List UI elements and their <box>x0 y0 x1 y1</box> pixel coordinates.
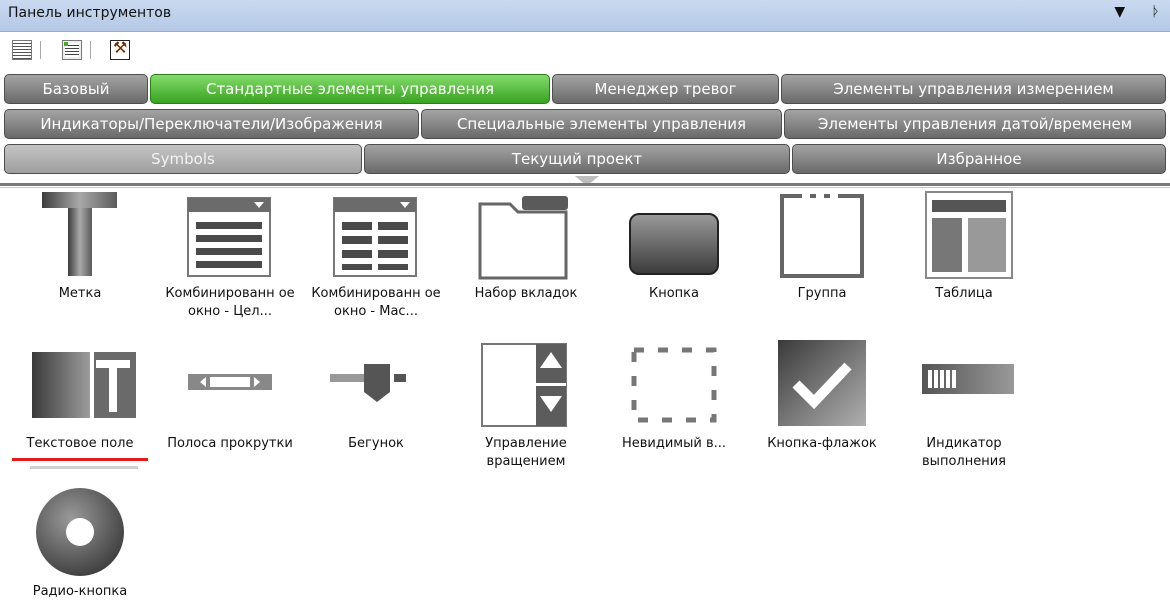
item-invisible[interactable]: Невидимый в... <box>604 340 744 453</box>
item-group[interactable]: Группа <box>752 190 892 303</box>
item-tabset[interactable]: Набор вкладок <box>456 190 596 303</box>
tab-special-controls[interactable]: Специальные элементы управления <box>421 109 782 139</box>
tabset-icon <box>456 190 596 285</box>
combobox-array-icon <box>306 190 446 285</box>
toolbar-separator <box>40 41 41 59</box>
invisible-icon <box>604 340 744 435</box>
item-radio-button[interactable]: Радио-кнопка <box>10 488 150 601</box>
dropdown-icon[interactable]: ▼ <box>1114 4 1125 20</box>
highlight-underline <box>12 458 148 461</box>
radio-button-icon <box>10 488 150 583</box>
group-icon <box>752 190 892 285</box>
item-label-text: Невидимый в... <box>621 436 727 451</box>
item-label-text: Кнопка <box>648 286 699 301</box>
toolbar-separator <box>90 41 91 59</box>
textbox-icon <box>10 340 150 435</box>
item-label-text: Текстовое поле <box>26 436 134 451</box>
item-checkbox-button[interactable]: Кнопка-флажок <box>752 340 892 453</box>
item-combobox-int[interactable]: Комбинированн ое окно - Цел... <box>160 190 300 321</box>
tabs-divider-shadow <box>0 187 1170 188</box>
panel-titlebar: Панель инструментов ▼ ᚦ <box>0 0 1170 32</box>
tab-basic[interactable]: Базовый <box>4 74 148 104</box>
pin-icon[interactable]: ᚦ <box>1152 4 1160 20</box>
tab-indicators-switches-images[interactable]: Индикаторы/Переключатели/Изображения <box>4 109 419 139</box>
label-icon <box>10 190 150 285</box>
list-view-icon[interactable] <box>12 40 32 60</box>
category-tabs: Базовый Стандартные элементы управления … <box>0 71 1170 183</box>
item-label-text: Комбинированн ое окно - Мас... <box>311 286 441 319</box>
item-label-text: Группа <box>797 286 847 301</box>
item-scrollbar[interactable]: Полоса прокрутки <box>160 340 300 453</box>
tabs-divider <box>0 183 1170 186</box>
item-label-text: Радио-кнопка <box>32 584 128 599</box>
item-label-text: Кнопка-флажок <box>767 436 877 451</box>
item-table[interactable]: Таблица <box>894 190 1034 303</box>
item-label-text: Таблица <box>935 286 993 301</box>
item-textbox[interactable]: Текстовое поле <box>10 340 150 453</box>
item-label-text: Метка <box>58 286 102 301</box>
table-icon <box>894 190 1034 285</box>
combobox-icon <box>160 190 300 285</box>
item-slider[interactable]: Бегунок <box>306 340 446 453</box>
tab-standard-controls[interactable]: Стандартные элементы управления <box>150 74 550 104</box>
item-progress-bar[interactable]: Индикатор выполнения <box>894 340 1034 471</box>
item-label-text: Полоса прокрутки <box>167 436 293 451</box>
tab-symbols[interactable]: Symbols <box>4 144 362 174</box>
brush-icon[interactable]: ⚒ <box>110 38 130 60</box>
grid-view-icon[interactable] <box>62 40 82 60</box>
item-spin-control[interactable]: Управление вращением <box>456 340 596 471</box>
highlight-underline-shadow <box>30 466 138 469</box>
tab-favorites[interactable]: Избранное <box>792 144 1166 174</box>
slider-icon <box>306 340 446 435</box>
item-label-text: Бегунок <box>348 436 404 451</box>
panel-title: Панель инструментов <box>8 5 172 21</box>
item-label[interactable]: Метка <box>10 190 150 303</box>
item-label-text: Комбинированн ое окно - Цел... <box>165 286 295 319</box>
button-icon <box>604 190 744 285</box>
tab-alarm-manager[interactable]: Менеджер тревог <box>552 74 779 104</box>
tab-current-project[interactable]: Текущий проект <box>364 144 790 174</box>
item-label-text: Индикатор выполнения <box>922 436 1006 469</box>
item-label-text: Управление вращением <box>485 436 567 469</box>
checkbox-button-icon <box>752 340 892 435</box>
item-combobox-array[interactable]: Комбинированн ое окно - Мас... <box>306 190 446 321</box>
spin-control-icon <box>456 340 596 435</box>
scrollbar-icon <box>160 340 300 435</box>
tab-datetime-controls[interactable]: Элементы управления датой/временем <box>784 109 1166 139</box>
toolbar: ⚒ <box>0 32 1170 70</box>
item-button[interactable]: Кнопка <box>604 190 744 303</box>
progress-bar-icon <box>894 340 1034 435</box>
tab-measurement-controls[interactable]: Элементы управления измерением <box>781 74 1166 104</box>
item-label-text: Набор вкладок <box>474 286 578 301</box>
